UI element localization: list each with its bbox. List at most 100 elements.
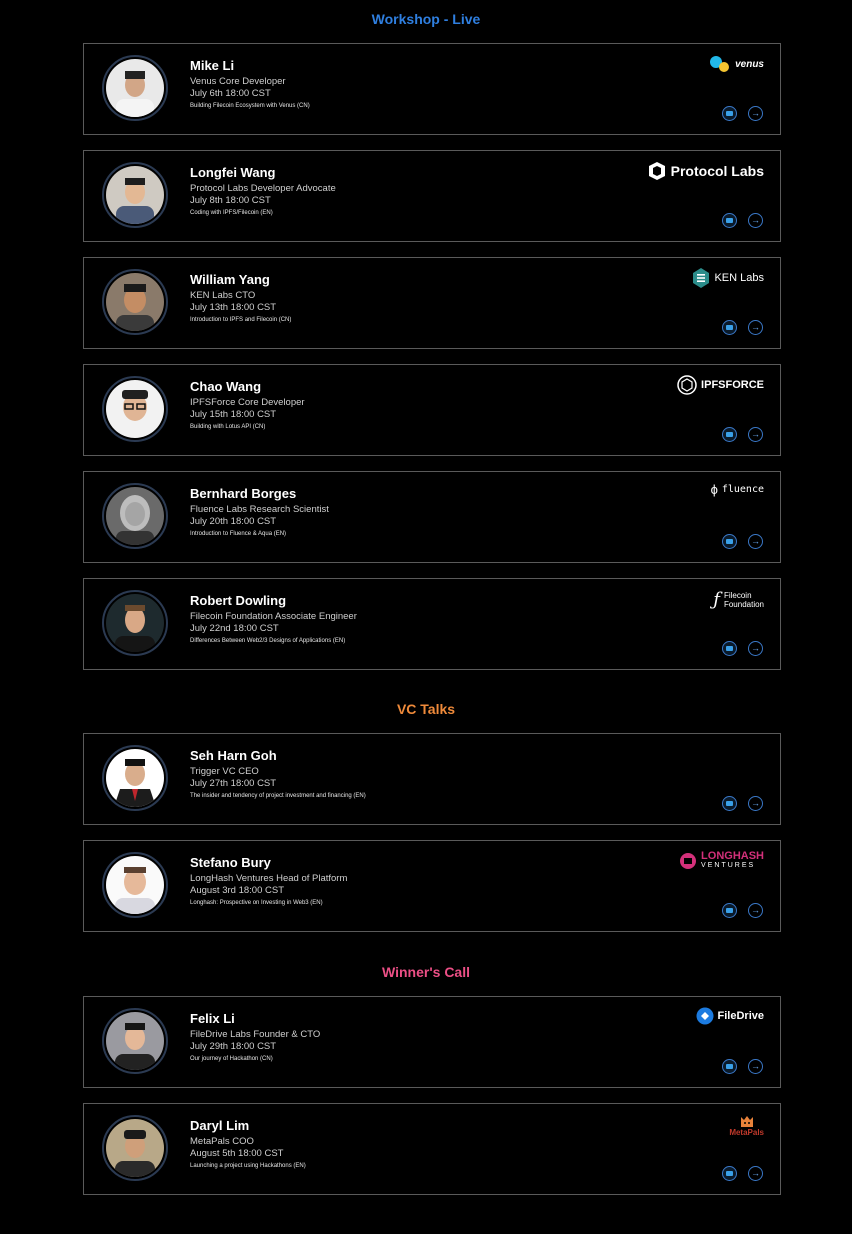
details-button[interactable]: →: [748, 641, 763, 656]
arrow-right-icon: →: [751, 536, 760, 546]
video-button[interactable]: [722, 213, 737, 228]
youtube-icon: [726, 908, 733, 913]
session-topic: Building with Lotus API (CN): [190, 424, 266, 430]
youtube-icon: [726, 801, 733, 806]
ipfsforce-logo: IPFSFORCE: [677, 375, 764, 395]
speaker-name: Seh Harn Goh: [190, 748, 277, 763]
youtube-icon: [726, 111, 733, 116]
session-topic: Longhash: Prospective on Investing in We…: [190, 900, 323, 906]
video-button[interactable]: [722, 320, 737, 335]
speaker-card: Felix Li FileDrive Labs Founder & CTO Ju…: [83, 996, 781, 1088]
speaker-name: Longfei Wang: [190, 165, 276, 180]
details-button[interactable]: →: [748, 796, 763, 811]
longhash-logo: LONGHASH VENTURES: [679, 851, 764, 871]
speaker-role: Fluence Labs Research Scientist: [190, 504, 329, 515]
video-button[interactable]: [722, 903, 737, 918]
avatar: [102, 1115, 168, 1181]
video-button[interactable]: [722, 796, 737, 811]
avatar: [102, 269, 168, 335]
arrow-right-icon: →: [751, 1061, 760, 1071]
speaker-role: KEN Labs CTO: [190, 290, 256, 301]
youtube-icon: [726, 1064, 733, 1069]
speaker-card: Stefano Bury LongHash Ventures Head of P…: [83, 840, 781, 932]
ken-labs-logo: KEN Labs: [692, 268, 764, 288]
section-title-vc-talks: VC Talks: [396, 701, 456, 717]
speaker-name: Felix Li: [190, 1011, 235, 1026]
session-date: July 27th 18:00 CST: [190, 778, 277, 789]
arrow-right-icon: →: [751, 215, 760, 225]
speaker-card: Seh Harn Goh Trigger VC CEO July 27th 18…: [83, 733, 781, 825]
session-date: July 15th 18:00 CST: [190, 409, 277, 420]
youtube-icon: [726, 1171, 733, 1176]
filedrive-logo: FileDrive: [696, 1007, 764, 1025]
avatar: [102, 55, 168, 121]
speaker-role: Trigger VC CEO: [190, 766, 259, 777]
speaker-card: Mike Li Venus Core Developer July 6th 18…: [83, 43, 781, 135]
phi-icon: ϕ: [710, 482, 718, 497]
avatar: [102, 483, 168, 549]
session-date: July 13th 18:00 CST: [190, 302, 277, 313]
youtube-icon: [726, 218, 733, 223]
speaker-name: Robert Dowling: [190, 593, 287, 608]
speaker-name: Bernhard Borges: [190, 486, 297, 501]
details-button[interactable]: →: [748, 106, 763, 121]
avatar: [102, 162, 168, 228]
protocol-labs-logo: Protocol Labs: [647, 161, 764, 181]
details-button[interactable]: →: [748, 903, 763, 918]
arrow-right-icon: →: [751, 905, 760, 915]
details-button[interactable]: →: [748, 534, 763, 549]
avatar: [102, 376, 168, 442]
video-button[interactable]: [722, 641, 737, 656]
youtube-icon: [726, 539, 733, 544]
session-topic: Introduction to Fluence & Aqua (EN): [190, 531, 287, 537]
avatar: [102, 1008, 168, 1074]
metapals-logo: MetaPals: [729, 1114, 764, 1137]
session-topic: Coding with IPFS/Filecoin (EN): [190, 210, 273, 216]
session-topic: Differences Between Web2/3 Designs of Ap…: [190, 638, 346, 644]
youtube-icon: [726, 325, 733, 330]
session-date: August 5th 18:00 CST: [190, 1148, 284, 1159]
video-button[interactable]: [722, 1059, 737, 1074]
details-button[interactable]: →: [748, 213, 763, 228]
arrow-right-icon: →: [751, 322, 760, 332]
avatar: [102, 590, 168, 656]
venus-logo: venus: [709, 54, 764, 74]
speaker-card: Robert Dowling Filecoin Foundation Assoc…: [83, 578, 781, 670]
session-date: July 29th 18:00 CST: [190, 1041, 277, 1052]
speaker-role: FileDrive Labs Founder & CTO: [190, 1029, 321, 1040]
video-button[interactable]: [722, 106, 737, 121]
speaker-card: William Yang KEN Labs CTO July 13th 18:0…: [83, 257, 781, 349]
details-button[interactable]: →: [748, 427, 763, 442]
session-topic: The insider and tendency of project inve…: [190, 793, 366, 799]
avatar: [102, 852, 168, 918]
arrow-right-icon: →: [751, 108, 760, 118]
video-button[interactable]: [722, 534, 737, 549]
filecoin-f-icon: ƒ: [713, 589, 720, 610]
speaker-role: Filecoin Foundation Associate Engineer: [190, 611, 357, 622]
details-button[interactable]: →: [748, 1059, 763, 1074]
speaker-role: Venus Core Developer: [190, 76, 286, 87]
fluence-logo: ϕ fluence: [710, 482, 764, 497]
arrow-right-icon: →: [751, 1168, 760, 1178]
speaker-role: Protocol Labs Developer Advocate: [190, 183, 336, 194]
video-button[interactable]: [722, 427, 737, 442]
section-title-workshop: Workshop - Live: [371, 11, 481, 27]
speaker-name: William Yang: [190, 272, 270, 287]
avatar: [102, 745, 168, 811]
section-title-winners-call: Winner's Call: [382, 964, 470, 980]
speaker-card: Bernhard Borges Fluence Labs Research Sc…: [83, 471, 781, 563]
details-button[interactable]: →: [748, 320, 763, 335]
details-button[interactable]: →: [748, 1166, 763, 1181]
session-topic: Our journey of Hackathon (CN): [190, 1056, 273, 1062]
arrow-right-icon: →: [751, 798, 760, 808]
speaker-card: Chao Wang IPFSForce Core Developer July …: [83, 364, 781, 456]
speaker-name: Chao Wang: [190, 379, 262, 394]
video-button[interactable]: [722, 1166, 737, 1181]
speaker-name: Daryl Lim: [190, 1118, 250, 1133]
youtube-icon: [726, 432, 733, 437]
speaker-name: Mike Li: [190, 58, 235, 73]
arrow-right-icon: →: [751, 429, 760, 439]
speaker-card: Longfei Wang Protocol Labs Developer Adv…: [83, 150, 781, 242]
session-date: August 3rd 18:00 CST: [190, 885, 284, 896]
youtube-icon: [726, 646, 733, 651]
